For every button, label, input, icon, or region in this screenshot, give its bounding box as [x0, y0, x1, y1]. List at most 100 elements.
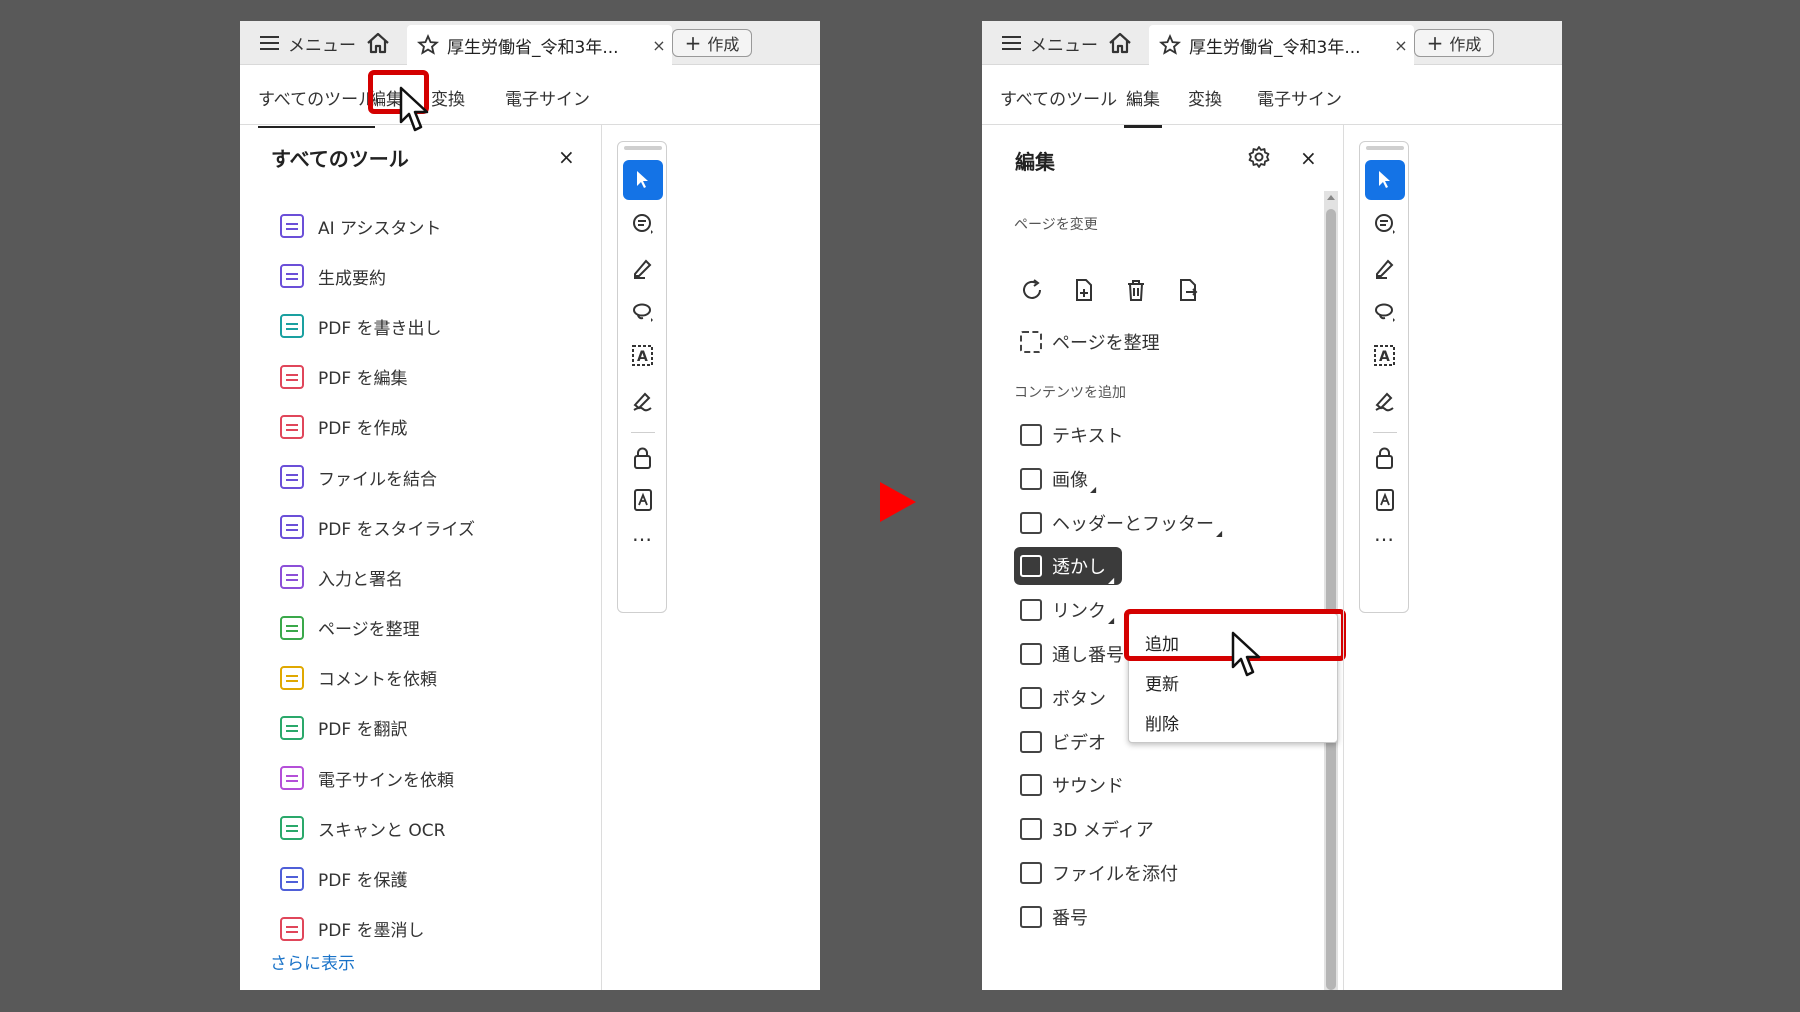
add-content-item[interactable]: リンク ◢ — [1020, 595, 1114, 625]
trash-icon[interactable] — [1124, 278, 1148, 302]
sign-tool-button[interactable] — [1365, 380, 1405, 420]
scrollbar-thumb[interactable] — [1326, 209, 1336, 990]
text-tool-button[interactable]: A — [623, 336, 663, 376]
add-content-item[interactable]: ビデオ — [1020, 727, 1106, 757]
highlight-tool-button[interactable] — [1365, 248, 1405, 288]
text-tool-button[interactable]: A — [1365, 336, 1405, 376]
toolbar-handle[interactable] — [1366, 146, 1404, 150]
tool-item[interactable]: PDF を書き出し — [280, 301, 580, 351]
menu-button[interactable]: メニュー — [260, 32, 356, 56]
insert-page-icon[interactable] — [1072, 278, 1096, 302]
document-tab[interactable]: 厚生労働省_令和3年... × — [1149, 25, 1414, 65]
submenu-indicator-icon: ◢ — [1108, 576, 1115, 586]
add-content-label: 通し番号 — [1052, 645, 1124, 666]
tab-all-tools[interactable]: すべてのツール — [1000, 85, 1117, 110]
organize-icon — [280, 615, 304, 640]
show-more-link[interactable]: さらに表示 — [270, 949, 355, 974]
tab-e-sign[interactable]: 電子サイン — [1257, 85, 1342, 110]
scroll-up-icon[interactable] — [1327, 195, 1335, 200]
add-content-item[interactable]: サウンド — [1020, 770, 1124, 800]
scrollbar[interactable] — [1324, 191, 1338, 990]
tab-convert[interactable]: 変換 — [1188, 85, 1222, 110]
add-content-item[interactable]: 画像 ◢ — [1020, 464, 1096, 494]
tool-item[interactable]: PDF をスタイライズ — [280, 502, 580, 552]
add-content-item[interactable]: ボタン — [1020, 683, 1106, 713]
add-content-item[interactable]: ファイルを添付 — [1020, 858, 1178, 888]
document-title: 厚生労働省_令和3年... — [1189, 37, 1361, 58]
create-button[interactable]: + 作成 — [672, 29, 752, 57]
fill-tool-button[interactable] — [623, 480, 663, 520]
tool-item-label: スキャンと OCR — [318, 820, 446, 841]
create-button[interactable]: + 作成 — [1414, 29, 1494, 57]
add-content-item[interactable]: 3D メディア — [1020, 814, 1154, 844]
tool-item[interactable]: 電子サインを依頼 — [280, 753, 580, 803]
tool-item[interactable]: PDF を保護 — [280, 853, 580, 903]
fill-tool-button[interactable] — [1365, 480, 1405, 520]
tool-item[interactable]: コメントを依頼 — [280, 653, 580, 703]
star-icon[interactable] — [1159, 34, 1181, 56]
tool-item[interactable]: スキャンと OCR — [280, 803, 580, 853]
lasso-icon — [1375, 303, 1395, 322]
hamburger-icon — [1002, 36, 1021, 50]
content-type-icon — [1020, 555, 1042, 578]
signature-icon — [633, 392, 652, 412]
tool-item-label: PDF を作成 — [318, 419, 408, 440]
tab-convert[interactable]: 変換 — [431, 85, 465, 110]
select-tool-button[interactable] — [623, 160, 663, 200]
content-type-icon — [1020, 774, 1042, 797]
add-content-item[interactable]: ヘッダーとフッター ◢ — [1020, 508, 1222, 538]
add-content-item[interactable]: 通し番号 — [1020, 639, 1124, 669]
tool-item[interactable]: PDF を翻訳 — [280, 703, 580, 753]
protect-tool-button[interactable] — [623, 438, 663, 478]
gear-icon[interactable] — [1247, 145, 1271, 169]
menu-item-delete[interactable]: 削除 — [1145, 710, 1179, 735]
close-icon[interactable]: × — [1300, 146, 1317, 170]
tab-edit[interactable]: 編集 — [1124, 85, 1162, 128]
request-sign-icon — [280, 766, 304, 791]
tool-item[interactable]: 生成要約 — [280, 251, 580, 301]
tool-item[interactable]: ページを整理 — [280, 603, 580, 653]
more-tools-icon[interactable]: … — [623, 522, 663, 546]
protect-tool-button[interactable] — [1365, 438, 1405, 478]
content-type-icon — [1020, 686, 1042, 709]
tool-item[interactable]: PDF を編集 — [280, 352, 580, 402]
add-content-label: 番号 — [1052, 907, 1088, 929]
more-tools-icon[interactable]: … — [1365, 522, 1405, 546]
tool-item[interactable]: AI アシスタント — [280, 201, 580, 251]
menu-item-update[interactable]: 更新 — [1145, 670, 1179, 695]
home-icon[interactable] — [1107, 31, 1133, 55]
organize-pages-item[interactable]: ページを整理 — [1020, 327, 1160, 357]
comment-tool-button[interactable] — [623, 204, 663, 244]
ai-assistant-icon — [280, 214, 304, 239]
home-icon[interactable] — [365, 31, 391, 55]
highlight-tool-button[interactable] — [623, 248, 663, 288]
tool-item-label: ページを整理 — [318, 620, 420, 641]
sign-tool-button[interactable] — [623, 380, 663, 420]
draw-tool-button[interactable] — [1365, 292, 1405, 332]
close-icon[interactable]: × — [558, 145, 575, 169]
toolbar-handle[interactable] — [624, 146, 662, 150]
close-tab-icon[interactable]: × — [1388, 36, 1414, 55]
rotate-icon[interactable] — [1020, 278, 1044, 302]
select-tool-button[interactable] — [1365, 160, 1405, 200]
content-type-icon — [1020, 862, 1042, 884]
tab-all-tools[interactable]: すべてのツール — [258, 85, 376, 128]
tool-item[interactable]: PDF を墨消し — [280, 904, 580, 954]
draw-tool-button[interactable] — [623, 292, 663, 332]
add-content-item[interactable]: 番号 — [1020, 902, 1088, 932]
edit-pdf-icon — [280, 364, 304, 389]
comment-tool-button[interactable] — [1365, 204, 1405, 244]
add-content-item[interactable]: 透かし ◢ — [1014, 547, 1123, 586]
extract-page-icon[interactable] — [1176, 278, 1200, 302]
add-content-item[interactable]: テキスト — [1020, 420, 1123, 450]
star-icon[interactable] — [417, 34, 439, 56]
summary-icon — [280, 264, 304, 289]
tool-item[interactable]: 入力と署名 — [280, 552, 580, 602]
menu-button[interactable]: メニュー — [1002, 32, 1098, 56]
document-tab[interactable]: 厚生労働省_令和3年... × — [407, 25, 672, 65]
tab-e-sign[interactable]: 電子サイン — [505, 85, 590, 110]
close-tab-icon[interactable]: × — [646, 36, 672, 55]
tool-item[interactable]: PDF を作成 — [280, 402, 580, 452]
tool-item[interactable]: ファイルを結合 — [280, 452, 580, 502]
fill-sign-icon — [280, 565, 304, 590]
